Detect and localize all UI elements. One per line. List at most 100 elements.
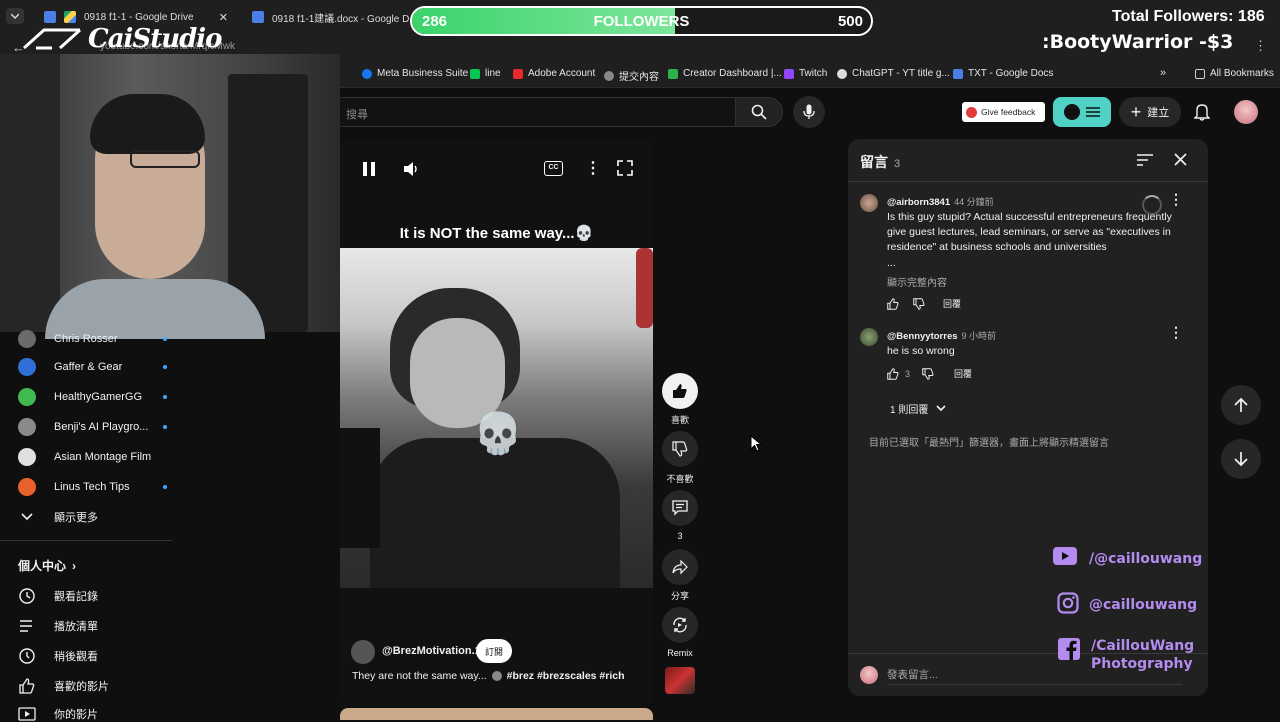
create-button[interactable]: + 建立 <box>1119 97 1181 127</box>
previous-video-button[interactable] <box>1221 385 1261 425</box>
close-comments-button[interactable] <box>1174 153 1187 166</box>
sidebar-item-subscription[interactable]: HealthyGamerGG <box>18 388 167 406</box>
thumbs-down-icon <box>672 441 688 457</box>
sidebar-item-subscription[interactable]: Chris Rosser <box>18 330 167 348</box>
view-replies-button[interactable]: 1 則回覆 <box>890 401 946 416</box>
remix-label: Remix <box>667 648 693 658</box>
comment-time[interactable]: 44 分鐘前 <box>954 195 994 208</box>
share-button[interactable] <box>662 549 698 585</box>
sidebar-item-subscription[interactable]: Benji's AI Playgro... <box>18 418 167 436</box>
remix-icon <box>673 617 687 633</box>
sidebar-item-subscription[interactable]: Linus Tech Tips <box>18 478 167 496</box>
skull-emoji: 💀 <box>473 412 523 456</box>
channel-avatar[interactable] <box>351 640 375 664</box>
bookmark-item[interactable]: Adobe Account <box>513 68 595 79</box>
bookmark-item[interactable]: Twitch <box>784 68 827 79</box>
avatar[interactable] <box>1234 100 1258 124</box>
sidebar-divider <box>0 540 172 541</box>
comment-icon <box>672 500 688 516</box>
comments-button[interactable] <box>662 490 698 526</box>
more-bookmarks-icon[interactable]: » <box>1160 67 1166 79</box>
hashtags[interactable]: #brez #brezscales #rich <box>507 670 625 682</box>
extension-logo-icon <box>1064 104 1080 120</box>
plus-icon: + <box>1130 102 1142 122</box>
sidebar-item-watch-later[interactable]: 稍後觀看 <box>18 647 98 665</box>
read-more-link[interactable]: 顯示完整內容 <box>887 274 947 289</box>
reply-button[interactable]: 回覆 <box>943 297 961 310</box>
dislike-label: 不喜歡 <box>666 474 694 484</box>
sort-button[interactable] <box>1137 154 1153 166</box>
total-followers: Total Followers: 186 <box>1112 8 1265 25</box>
sidebar-item-label: Asian Montage Film <box>54 451 152 463</box>
channel-name[interactable]: @BrezMotivation.1 <box>382 645 481 657</box>
reply-button[interactable]: 回覆 <box>954 367 972 380</box>
bookmark-label: line <box>485 68 501 79</box>
thumbs-down-icon[interactable] <box>922 367 934 380</box>
bookmark-item[interactable]: Meta Business Suite <box>362 68 468 79</box>
more-options-icon[interactable]: ⋮ <box>585 158 601 178</box>
sidebar-you-heading[interactable]: 個人中心 › <box>18 557 76 574</box>
extension-button[interactable] <box>1053 97 1111 127</box>
notifications-button[interactable] <box>1194 103 1210 121</box>
sidebar-item-playlists[interactable]: 播放清單 <box>18 617 98 635</box>
sidebar-item-liked-videos[interactable]: 喜歡的影片 <box>18 677 109 695</box>
new-content-dot <box>163 337 167 341</box>
thumbs-up-icon[interactable] <box>887 367 899 380</box>
sidebar-item-subscription[interactable]: Asian Montage Film <box>18 448 151 466</box>
voice-search-button[interactable] <box>793 96 825 128</box>
google-docs-icon <box>252 11 264 23</box>
close-icon[interactable]: ✕ <box>219 11 228 24</box>
remix-button[interactable] <box>662 607 698 643</box>
captions-icon[interactable]: CC <box>544 161 563 176</box>
social-youtube-handle: /@caillouwang <box>1089 551 1203 567</box>
commenter-avatar[interactable] <box>860 328 878 346</box>
sound-thumbnail[interactable] <box>665 667 695 694</box>
next-video-preview[interactable] <box>340 708 653 720</box>
bookmark-item[interactable]: line <box>470 68 501 79</box>
volume-icon <box>404 162 417 176</box>
search-input[interactable]: 搜尋 <box>339 97 735 127</box>
volume-button[interactable] <box>402 160 420 178</box>
replies-label: 1 則回覆 <box>890 405 929 416</box>
bookmark-item[interactable]: ChatGPT - YT title g... <box>837 68 950 79</box>
bookmark-item[interactable]: Creator Dashboard |... <box>668 68 782 79</box>
arrow-up-icon <box>1234 397 1248 412</box>
subscribe-button[interactable]: 訂閱 <box>476 639 512 663</box>
next-video-button[interactable] <box>1221 439 1261 479</box>
search-button[interactable] <box>735 97 783 127</box>
thumbs-down-icon[interactable] <box>913 297 925 310</box>
browser-tab[interactable]: 0918 f1-1建議.docx - Google D <box>244 4 410 30</box>
bookmark-label: Adobe Account <box>528 68 596 79</box>
dislike-button[interactable] <box>662 431 698 467</box>
all-bookmarks[interactable]: All Bookmarks <box>1195 68 1274 79</box>
sidebar-item-label: 喜歡的影片 <box>54 681 109 693</box>
fullscreen-button[interactable] <box>617 160 633 176</box>
section-title: 個人中心 <box>18 559 67 573</box>
thumbs-up-icon[interactable] <box>887 297 899 310</box>
sidebar-item-subscription[interactable]: Gaffer & Gear <box>18 358 167 376</box>
your-videos-icon <box>18 707 36 721</box>
bookmark-item[interactable]: TXT - Google Docs <box>953 68 1053 79</box>
adobe-icon <box>513 68 523 79</box>
comment-actions: 回覆 <box>887 297 961 310</box>
bookmark-label: ChatGPT - YT title g... <box>852 68 950 79</box>
tab-search-button[interactable] <box>6 8 24 24</box>
chevron-down-icon <box>21 513 33 521</box>
sidebar-show-more[interactable]: 顯示更多 <box>18 508 98 526</box>
history-icon <box>19 588 35 604</box>
commenter-avatar[interactable] <box>860 194 878 212</box>
search-icon <box>751 104 767 120</box>
like-button[interactable] <box>662 373 698 409</box>
browser-menu-icon[interactable]: ⋮ <box>1254 38 1267 54</box>
comment-author[interactable]: @Bennyytorres <box>887 331 958 342</box>
tab-label: 0918 f1-1 - Google Drive <box>84 11 194 23</box>
comment-menu-icon[interactable]: ⋮ <box>1169 324 1183 341</box>
comment-time[interactable]: 9 小時前 <box>962 329 997 342</box>
comment-author[interactable]: @airborn3841 <box>887 197 950 208</box>
give-feedback-button[interactable]: Give feedback <box>962 102 1045 122</box>
bookmark-item[interactable]: 提交內容 <box>604 68 659 83</box>
pause-button[interactable] <box>360 160 378 178</box>
comment-menu-icon[interactable]: ⋮ <box>1169 191 1183 208</box>
sidebar-item-history[interactable]: 觀看記錄 <box>18 587 98 605</box>
like-label: 喜歡 <box>670 415 689 425</box>
